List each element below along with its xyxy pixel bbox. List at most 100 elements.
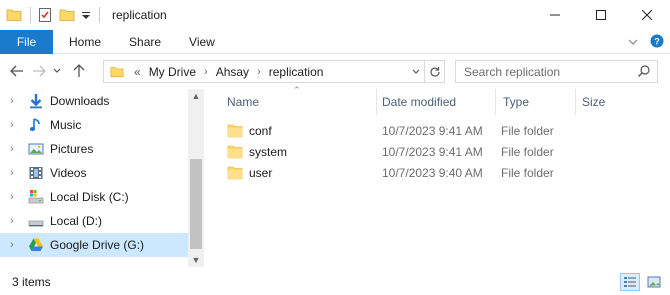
sidebar-item-label: Local (D:) xyxy=(50,214,103,228)
large-icons-view-button[interactable] xyxy=(644,273,664,291)
expand-chevron-icon[interactable]: › xyxy=(10,191,20,203)
file-type: File folder xyxy=(501,123,554,138)
scroll-up-icon[interactable]: ▲ xyxy=(188,89,204,103)
drive-c-icon xyxy=(28,189,44,205)
file-row[interactable]: system 10/7/2023 9:41 AM File folder xyxy=(205,141,670,162)
column-divider[interactable] xyxy=(376,89,377,115)
folder-icon xyxy=(227,124,243,138)
expand-chevron-icon[interactable]: › xyxy=(10,119,20,131)
column-header-date[interactable]: Date modified xyxy=(382,89,456,115)
arrow-up-icon xyxy=(73,64,85,77)
breadcrumb-my-drive[interactable]: My Drive xyxy=(149,65,196,79)
window-title: replication xyxy=(112,8,167,22)
maximize-icon xyxy=(596,10,606,20)
tab-home[interactable]: Home xyxy=(53,30,115,54)
search-placeholder: Search replication xyxy=(464,64,561,79)
details-view-icon xyxy=(624,277,636,287)
column-divider[interactable] xyxy=(495,89,496,115)
close-icon xyxy=(642,10,652,20)
view-toggle xyxy=(620,273,664,291)
sidebar-item-pictures[interactable]: › Pictures xyxy=(0,137,188,161)
file-type: File folder xyxy=(501,144,554,159)
chevron-down-icon xyxy=(412,69,420,74)
maximize-button[interactable] xyxy=(578,0,624,30)
sidebar-item-label: Music xyxy=(50,118,82,132)
breadcrumb-replication[interactable]: replication xyxy=(269,65,324,79)
new-folder-icon[interactable] xyxy=(59,7,75,23)
file-name-cell: system xyxy=(227,141,287,162)
refresh-icon xyxy=(429,66,440,77)
downloads-icon xyxy=(28,93,44,109)
sidebar-item-local-d[interactable]: › Local (D:) xyxy=(0,209,188,233)
sidebar-scrollbar[interactable]: ▲ ▼ xyxy=(188,89,204,267)
music-icon xyxy=(28,117,44,133)
properties-icon[interactable] xyxy=(37,7,53,23)
file-type: File folder xyxy=(501,165,554,180)
address-bar[interactable]: « My Drive › Ahsay › replication xyxy=(103,60,445,83)
customize-toolbar-icon[interactable] xyxy=(81,7,91,23)
sidebar-item-google-drive[interactable]: › Google Drive (G:) xyxy=(0,233,188,257)
file-name-cell: conf xyxy=(227,120,272,141)
file-row[interactable]: conf 10/7/2023 9:41 AM File folder xyxy=(205,120,670,141)
videos-icon xyxy=(28,165,44,181)
expand-chevron-icon[interactable]: › xyxy=(10,143,20,155)
expand-chevron-icon[interactable]: › xyxy=(10,239,20,251)
scrollbar-thumb[interactable] xyxy=(190,159,202,249)
tab-share[interactable]: Share xyxy=(115,30,175,54)
ribbon-right-controls: ? xyxy=(628,30,664,54)
column-header-size[interactable]: Size xyxy=(582,89,605,115)
file-name-cell: user xyxy=(227,162,272,183)
search-input[interactable]: Search replication xyxy=(455,60,658,83)
breadcrumb-separator-icon[interactable]: › xyxy=(257,66,261,78)
column-header-type[interactable]: Type xyxy=(503,89,529,115)
forward-button[interactable] xyxy=(28,59,50,83)
breadcrumb-separator-icon[interactable]: › xyxy=(204,66,208,78)
help-icon[interactable]: ? xyxy=(650,34,664,51)
navigation-pane: › Downloads › Music › Pictures › Videos … xyxy=(0,89,204,267)
refresh-button[interactable] xyxy=(424,61,444,82)
sidebar-item-label: Downloads xyxy=(50,94,110,108)
up-button[interactable] xyxy=(68,59,90,83)
sidebar-item-music[interactable]: › Music xyxy=(0,113,188,137)
sidebar-item-downloads[interactable]: › Downloads xyxy=(0,89,188,113)
breadcrumb-ahsay[interactable]: Ahsay xyxy=(216,65,249,79)
expand-ribbon-icon[interactable] xyxy=(628,35,638,49)
recent-locations-button[interactable] xyxy=(50,59,64,83)
address-history-button[interactable] xyxy=(408,69,424,75)
tab-file[interactable]: File xyxy=(0,29,53,54)
google-drive-icon xyxy=(28,237,44,253)
file-name: system xyxy=(249,144,288,159)
expand-chevron-icon[interactable]: › xyxy=(10,167,20,179)
sidebar-item-label: Local Disk (C:) xyxy=(50,190,129,204)
file-name: user xyxy=(249,165,273,180)
search-icon xyxy=(637,64,651,81)
tab-view[interactable]: View xyxy=(175,30,229,54)
pictures-icon xyxy=(28,141,44,157)
scroll-down-icon[interactable]: ▼ xyxy=(188,253,204,267)
toolbar-divider xyxy=(30,7,31,23)
file-list-pane: ⌃ Name Date modified Type Size conf 10/7… xyxy=(205,85,670,267)
large-icons-view-icon xyxy=(647,276,661,288)
file-name: conf xyxy=(249,123,272,138)
close-button[interactable] xyxy=(624,0,670,30)
sidebar-item-local-disk-c[interactable]: › Local Disk (C:) xyxy=(0,185,188,209)
sidebar-item-label: Google Drive (G:) xyxy=(50,238,145,252)
back-button[interactable] xyxy=(6,59,28,83)
sidebar-item-videos[interactable]: › Videos xyxy=(0,161,188,185)
expand-chevron-icon[interactable]: › xyxy=(10,95,20,107)
column-divider[interactable] xyxy=(575,89,576,115)
item-count: 3 items xyxy=(12,275,51,289)
details-view-button[interactable] xyxy=(620,273,640,291)
ribbon-tabs: File Home Share View ? xyxy=(0,29,670,54)
file-date: 10/7/2023 9:41 AM xyxy=(382,144,483,159)
toolbar-divider xyxy=(99,7,100,23)
folder-icon xyxy=(6,7,22,23)
breadcrumb-overflow[interactable]: « xyxy=(134,65,141,79)
column-header-name[interactable]: Name xyxy=(227,89,259,115)
minimize-button[interactable] xyxy=(532,0,578,30)
file-row[interactable]: user 10/7/2023 9:40 AM File folder xyxy=(205,162,670,183)
drive-d-icon xyxy=(28,213,44,229)
sidebar-item-label: Pictures xyxy=(50,142,94,156)
title-bar: replication xyxy=(0,0,670,30)
expand-chevron-icon[interactable]: › xyxy=(10,215,20,227)
